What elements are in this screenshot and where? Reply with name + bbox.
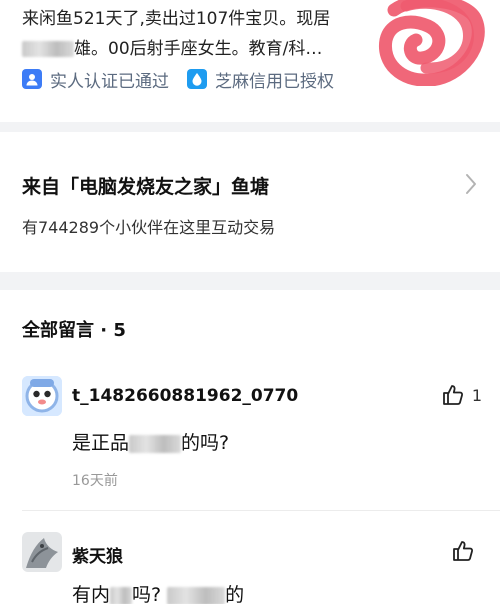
seller-description: 来闲鱼521天了,卖出过107件宝贝。现居 雄。00后射手座女生。教育/科…: [22, 4, 382, 64]
comment-text-end: 的: [225, 584, 245, 604]
sesame-credit-verification[interactable]: 芝麻信用已授权: [187, 67, 334, 92]
sesame-credit-icon: [187, 69, 207, 89]
redacted-location: [22, 41, 74, 57]
redaction-scribble: [378, 0, 485, 86]
thumbs-up-icon: [453, 541, 474, 561]
comment-text: 有内 吗? 的: [72, 580, 244, 604]
comment-username[interactable]: t_1482660881962_0770: [72, 386, 298, 406]
thumbs-up-icon: [442, 385, 463, 405]
like-count: 1: [471, 385, 482, 405]
comment-text-middle: 吗?: [132, 584, 162, 604]
comment-text-end: 的吗?: [181, 432, 230, 454]
fish-pond-title: 来自「电脑发烧友之家」鱼塘: [22, 176, 270, 198]
verification-row: 实人认证已通过 芝麻信用已授权: [22, 66, 334, 92]
real-name-verification-label: 实人认证已通过: [50, 71, 169, 92]
comments-header: 全部留言 · 5: [22, 320, 126, 341]
redacted-text: [129, 434, 182, 453]
redacted-text: [110, 586, 133, 604]
comment-text: 是正品 的吗?: [72, 428, 229, 455]
person-badge-icon: [22, 69, 42, 89]
seller-description-line1: 来闲鱼521天了,卖出过107件宝贝。现居: [22, 9, 331, 29]
sesame-credit-label: 芝麻信用已授权: [215, 71, 334, 92]
redacted-text: [167, 586, 226, 604]
avatar[interactable]: [22, 532, 62, 572]
like-button[interactable]: [452, 540, 474, 562]
comment-text-start: 是正品: [72, 432, 130, 454]
comment-divider: [22, 510, 500, 511]
like-button[interactable]: 1: [442, 384, 482, 406]
comment-username[interactable]: 紫天狼: [72, 542, 123, 567]
comment-text-start: 有内: [72, 584, 111, 604]
seller-profile-card: 来闲鱼521天了,卖出过107件宝贝。现居 雄。00后射手座女生。教育/科… 实…: [0, 0, 500, 122]
avatar[interactable]: [22, 376, 62, 416]
real-name-verification[interactable]: 实人认证已通过: [22, 67, 169, 92]
fish-pond-card[interactable]: 来自「电脑发烧友之家」鱼塘 有744289个小伙伴在这里互动交易: [0, 132, 500, 272]
comment-time: 16天前: [72, 473, 118, 489]
chevron-right-icon: [466, 174, 476, 194]
comments-section: 全部留言 · 5 t_1482660881962_0770 1 是正品 的吗? 1…: [0, 290, 500, 604]
fish-pond-member-count: 有744289个小伙伴在这里互动交易: [22, 218, 276, 237]
seller-description-line2: 雄。00后射手座女生。教育/科…: [74, 39, 323, 59]
